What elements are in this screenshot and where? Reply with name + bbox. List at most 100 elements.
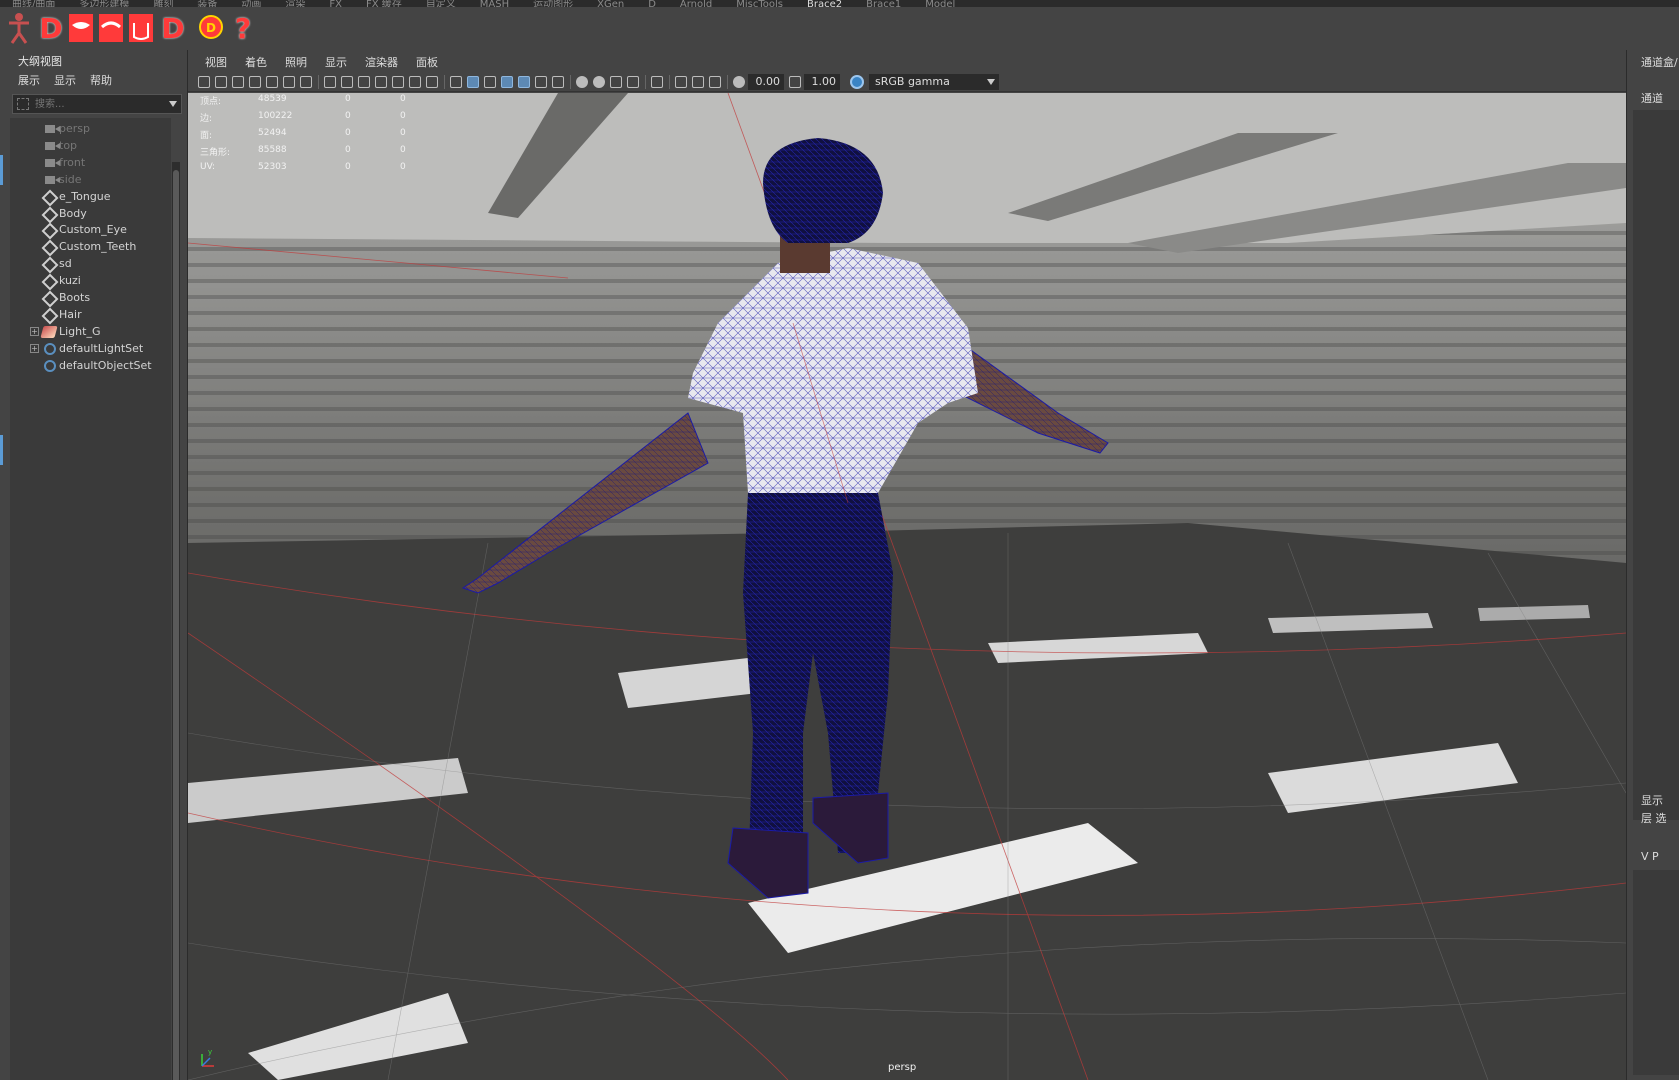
- bookmark-icon[interactable]: [232, 76, 244, 88]
- smooth-shade-icon[interactable]: [467, 76, 479, 88]
- exposure-field[interactable]: 0.00: [748, 74, 784, 90]
- expand-icon[interactable]: +: [30, 326, 39, 336]
- viewport-menu-item[interactable]: 视图: [196, 54, 236, 72]
- shadows-icon[interactable]: [552, 76, 564, 88]
- gate-mask-icon[interactable]: [375, 76, 387, 88]
- viewport-3d[interactable]: 顶点: 48539 0 0 边: 100222 0 0 面: 52494 0 0 三角形: 85588 0 0…: [188, 93, 1626, 1080]
- svg-text:y: y: [208, 1048, 212, 1056]
- outliner-item-top[interactable]: top: [10, 137, 171, 155]
- textured-icon[interactable]: [518, 76, 530, 88]
- mesh-icon: [42, 309, 56, 321]
- axis-gizmo-icon: y: [198, 1048, 220, 1070]
- default-material-icon[interactable]: [484, 76, 496, 88]
- outliner-item-label: top: [59, 138, 78, 152]
- xray-joints-icon[interactable]: [692, 76, 704, 88]
- hud-value: 0: [400, 94, 406, 104]
- outliner-item-side[interactable]: side: [10, 171, 171, 189]
- select-camera-icon[interactable]: [198, 76, 210, 88]
- viewport-menu-item[interactable]: 显示: [316, 54, 356, 72]
- help-icon[interactable]: ?: [228, 10, 258, 46]
- humanik-icon[interactable]: [4, 10, 34, 46]
- wireframe-icon[interactable]: [450, 76, 462, 88]
- outliner-item-front[interactable]: front: [10, 154, 171, 172]
- isolate-select-icon[interactable]: [651, 76, 663, 88]
- grease-pencil-icon[interactable]: [266, 76, 278, 88]
- outliner-item-defaultobjectset[interactable]: defaultObjectSet: [10, 357, 171, 375]
- film-gate-icon[interactable]: [341, 76, 353, 88]
- hud-value: 0: [345, 162, 351, 172]
- outliner-item-sd[interactable]: sd: [10, 255, 171, 273]
- outliner-search-input[interactable]: [35, 96, 155, 112]
- field-chart-icon[interactable]: [392, 76, 404, 88]
- light-icon: [40, 325, 58, 338]
- outliner-vertical-scrollbar[interactable]: [172, 162, 180, 1080]
- use-all-lights-icon[interactable]: [535, 76, 547, 88]
- viewport-menu-item[interactable]: 渲染器: [356, 54, 407, 72]
- camera-attributes-icon[interactable]: [215, 76, 227, 88]
- hud-label: 三角形:: [200, 148, 231, 158]
- mesh-icon: [42, 224, 56, 236]
- outliner-item-e-tongue[interactable]: e_Tongue: [10, 188, 171, 206]
- resolution-gate-icon[interactable]: [358, 76, 370, 88]
- viewport-menu-item[interactable]: 着色: [236, 54, 276, 72]
- daz-badge-icon[interactable]: D: [196, 10, 226, 46]
- outliner-item-body[interactable]: Body: [10, 205, 171, 223]
- screen-space-ao-icon[interactable]: [576, 76, 588, 88]
- outliner-item-boots[interactable]: Boots: [10, 289, 171, 307]
- chevron-down-icon: [987, 79, 995, 85]
- svg-text:D: D: [206, 21, 216, 35]
- xray-active-icon[interactable]: [709, 76, 721, 88]
- gamma-field[interactable]: 1.00: [804, 74, 840, 90]
- 2d-pan-zoom-icon[interactable]: [283, 76, 295, 88]
- outliner-item-persp[interactable]: persp: [10, 120, 171, 138]
- hud-value: 0: [400, 111, 406, 121]
- safe-action-icon[interactable]: [409, 76, 421, 88]
- view-transform-select[interactable]: sRGB gamma: [869, 74, 999, 90]
- outliner-item-label: front: [59, 155, 86, 169]
- daz-export-icon[interactable]: D: [158, 10, 188, 46]
- sculpt-brush-icon[interactable]: [300, 76, 312, 88]
- outliner-item-defaultlightset[interactable]: + defaultLightSet: [10, 340, 171, 358]
- outliner-item-light-g[interactable]: + Light_G: [10, 323, 171, 341]
- outliner-item-label: Custom_Teeth: [59, 240, 137, 254]
- search-dropdown-icon[interactable]: [169, 101, 177, 107]
- channel-tab[interactable]: 通道: [1641, 90, 1663, 106]
- outliner-search[interactable]: [12, 94, 182, 114]
- outliner-menu-item[interactable]: 展示: [18, 72, 40, 90]
- motion-blur-icon[interactable]: [593, 76, 605, 88]
- outliner-item-kuzi[interactable]: kuzi: [10, 272, 171, 290]
- hud-row: UV: 52303 0 0: [200, 162, 430, 176]
- layer-editor-title[interactable]: 显示: [1641, 792, 1663, 808]
- multisample-aa-icon[interactable]: [610, 76, 622, 88]
- outliner-item-custom-eye[interactable]: Custom_Eye: [10, 221, 171, 239]
- expand-icon[interactable]: +: [30, 343, 39, 353]
- depth-of-field-icon[interactable]: [627, 76, 639, 88]
- wireframe-on-shaded-icon[interactable]: [501, 76, 513, 88]
- viewport-menu-item[interactable]: 面板: [407, 54, 447, 72]
- color-management-icon[interactable]: [850, 75, 864, 89]
- mesh-icon: [42, 191, 56, 203]
- layer-editor-menu[interactable]: 层 选: [1641, 810, 1667, 826]
- image-plane-icon[interactable]: [249, 76, 261, 88]
- hud-label: 顶点:: [200, 97, 222, 107]
- viewport-menu-item[interactable]: 照明: [276, 54, 316, 72]
- scrollbar-thumb[interactable]: [173, 170, 179, 1080]
- outliner-item-custom-teeth[interactable]: Custom_Teeth: [10, 238, 171, 256]
- safe-title-icon[interactable]: [426, 76, 438, 88]
- xray-icon[interactable]: [675, 76, 687, 88]
- exposure-icon[interactable]: [733, 76, 745, 88]
- outliner-menu-item[interactable]: 帮助: [90, 72, 112, 90]
- outliner-item-label: kuzi: [59, 274, 81, 288]
- lips-icon[interactable]: [66, 10, 96, 46]
- layer-columns: V P: [1641, 850, 1659, 863]
- scene-render: [188, 93, 1626, 1080]
- filter-icon[interactable]: [17, 98, 29, 110]
- gamma-icon[interactable]: [789, 76, 801, 88]
- channel-box-panel: 通道盒/ 通道 显示 层 选 V P: [1626, 50, 1679, 1080]
- smile-icon[interactable]: [96, 10, 126, 46]
- grid-icon[interactable]: [324, 76, 336, 88]
- daz-d-icon[interactable]: D: [36, 10, 66, 46]
- outliner-menu-item[interactable]: 显示: [54, 72, 76, 90]
- outliner-item-hair[interactable]: Hair: [10, 306, 171, 324]
- hand-icon[interactable]: [126, 10, 156, 46]
